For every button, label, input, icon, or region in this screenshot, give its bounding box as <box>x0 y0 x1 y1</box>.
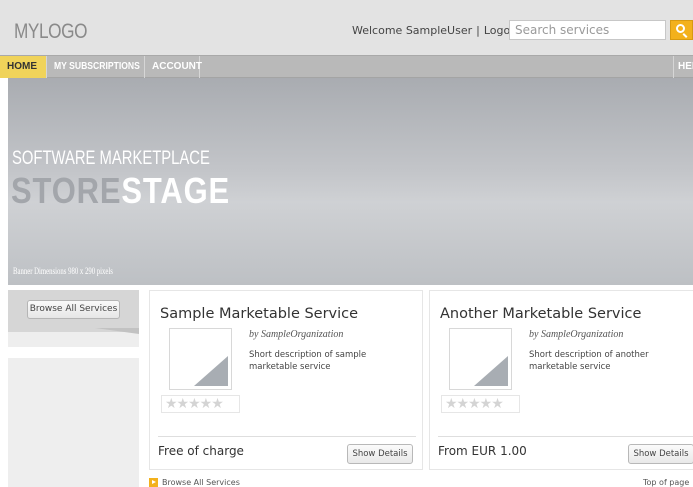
welcome-separator: | <box>476 24 480 37</box>
service-card: Another Marketable Service ★★★★★ by Samp… <box>429 290 693 470</box>
image-placeholder-icon <box>194 356 228 386</box>
nav-tab-my-subscriptions-label: MY SUBSCRIPTIONS <box>54 61 140 72</box>
search-input[interactable] <box>509 20 666 40</box>
sidebar: Browse All Services <box>8 290 139 487</box>
main-nav: HOME MY SUBSCRIPTIONS ACCOUNT HELP <box>0 55 693 78</box>
banner-subtitle: SOFTWARE MARKETPLACE <box>12 148 210 169</box>
banner-title: STORESTAGE <box>11 170 230 212</box>
service-thumbnail[interactable] <box>449 328 512 390</box>
footer-browse-label: Browse All Services <box>162 478 240 487</box>
service-title[interactable]: Sample Marketable Service <box>160 306 358 322</box>
hero-banner: SOFTWARE MARKETPLACE STORESTAGE Banner D… <box>8 78 693 285</box>
service-thumbnail[interactable] <box>169 328 232 390</box>
rating-stars: ★★★★★ <box>441 395 520 413</box>
service-provider: by SampleOrganization <box>529 329 624 340</box>
show-details-button[interactable]: Show Details <box>628 444 693 464</box>
logo[interactable]: MYLOGO <box>14 20 88 44</box>
nav-tab-account[interactable]: ACCOUNT <box>145 56 202 78</box>
sidebar-divider <box>8 347 139 358</box>
footer-browse-link[interactable]: Browse All Services <box>149 478 240 487</box>
nav-tab-my-subscriptions[interactable]: MY SUBSCRIPTIONS <box>47 56 145 78</box>
sidebar-header: Browse All Services <box>8 290 139 332</box>
search-button[interactable] <box>670 20 693 40</box>
service-price: From EUR 1.00 <box>438 444 527 458</box>
sidebar-fold <box>95 328 139 334</box>
card-divider <box>438 436 693 437</box>
arrow-right-icon <box>149 478 158 487</box>
nav-tab-help[interactable]: HELP <box>673 56 693 78</box>
welcome-text: Welcome SampleUser <box>352 24 473 37</box>
service-description: Short description of another marketable … <box>529 350 649 372</box>
top-of-page-link[interactable]: Top of page <box>643 478 689 487</box>
rating-stars: ★★★★★ <box>161 395 240 413</box>
header: MYLOGO Welcome SampleUser | Logout <box>0 0 693 55</box>
service-description: Short description of sample marketable s… <box>249 350 367 372</box>
service-price: Free of charge <box>158 444 244 458</box>
search-icon <box>676 24 685 33</box>
service-card: Sample Marketable Service ★★★★★ by Sampl… <box>149 290 423 470</box>
banner-dimensions-note: Banner Dimensions 980 x 290 pixels <box>13 266 113 276</box>
image-placeholder-icon <box>474 356 508 386</box>
card-divider <box>158 436 416 437</box>
show-details-button[interactable]: Show Details <box>347 444 413 464</box>
browse-all-services-button[interactable]: Browse All Services <box>27 300 120 319</box>
welcome-bar: Welcome SampleUser | Logout <box>352 24 522 37</box>
nav-tab-home[interactable]: HOME <box>0 56 47 78</box>
banner-title-store: STORE <box>11 170 122 211</box>
banner-title-stage: STAGE <box>121 170 231 211</box>
service-title[interactable]: Another Marketable Service <box>440 306 641 322</box>
service-provider: by SampleOrganization <box>249 329 344 340</box>
